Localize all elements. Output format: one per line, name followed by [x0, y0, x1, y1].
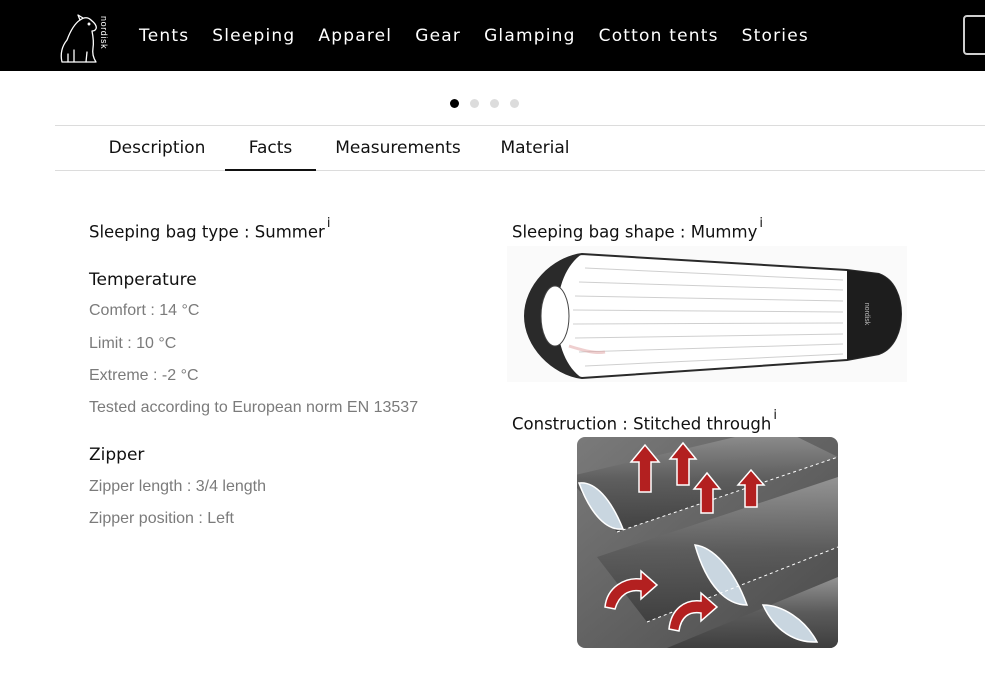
- carousel-pagination: [450, 99, 519, 108]
- main-nav: Tents Sleeping Apparel Gear Glamping Cot…: [139, 0, 832, 71]
- carousel-dot-2[interactable]: [470, 99, 479, 108]
- temperature-norm-note: Tested according to European norm EN 135…: [89, 399, 419, 416]
- tab-facts[interactable]: Facts: [225, 126, 316, 171]
- zipper-heading: Zipper: [89, 445, 145, 465]
- nordisk-bear-logo-icon[interactable]: nordisk: [58, 10, 112, 66]
- tab-measurements[interactable]: Measurements: [330, 126, 466, 170]
- brand-wordmark: nordisk: [99, 16, 109, 49]
- tab-material[interactable]: Material: [492, 126, 578, 170]
- nav-link-stories[interactable]: Stories: [742, 26, 809, 46]
- mummy-sleeping-bag-image: nordisk: [507, 246, 907, 382]
- nav-link-sleeping[interactable]: Sleeping: [212, 26, 295, 46]
- nav-link-cotton-tents[interactable]: Cotton tents: [599, 26, 719, 46]
- nav-link-gear[interactable]: Gear: [415, 26, 461, 46]
- zipper-length: Zipper length : 3/4 length: [89, 478, 267, 495]
- extreme-temperature: Extreme : -2 °C: [89, 367, 199, 384]
- construction-fact: Construction : Stitched through i: [512, 408, 777, 434]
- nav-link-apparel[interactable]: Apparel: [318, 26, 392, 46]
- limit-temperature: Limit : 10 °C: [89, 335, 177, 352]
- info-icon[interactable]: i: [773, 408, 777, 423]
- zipper-position: Zipper position : Left: [89, 510, 234, 527]
- sleeping-bag-type-label: Sleeping bag type : Summer: [89, 222, 325, 242]
- sleeping-bag-shape-label: Sleeping bag shape : Mummy: [512, 222, 758, 242]
- comfort-temperature: Comfort : 14 °C: [89, 302, 200, 319]
- tabs-divider-bottom: [55, 170, 985, 171]
- nav-link-tents[interactable]: Tents: [139, 26, 189, 46]
- nav-link-glamping[interactable]: Glamping: [484, 26, 576, 46]
- temperature-heading: Temperature: [89, 270, 197, 290]
- tab-description[interactable]: Description: [96, 126, 218, 170]
- header-search-button[interactable]: [963, 15, 985, 55]
- carousel-dot-3[interactable]: [490, 99, 499, 108]
- bag-label-wordmark: nordisk: [863, 303, 870, 326]
- sleeping-bag-shape-fact: Sleeping bag shape : Mummy i: [512, 216, 763, 242]
- info-icon[interactable]: i: [327, 216, 331, 231]
- carousel-dot-1[interactable]: [450, 99, 459, 108]
- sleeping-bag-type-fact: Sleeping bag type : Summer i: [89, 216, 330, 242]
- info-icon[interactable]: i: [759, 216, 763, 231]
- top-navigation-bar: nordisk Tents Sleeping Apparel Gear Glam…: [0, 0, 985, 71]
- construction-label: Construction : Stitched through: [512, 414, 772, 434]
- carousel-dot-4[interactable]: [510, 99, 519, 108]
- stitched-through-construction-image: [577, 437, 838, 648]
